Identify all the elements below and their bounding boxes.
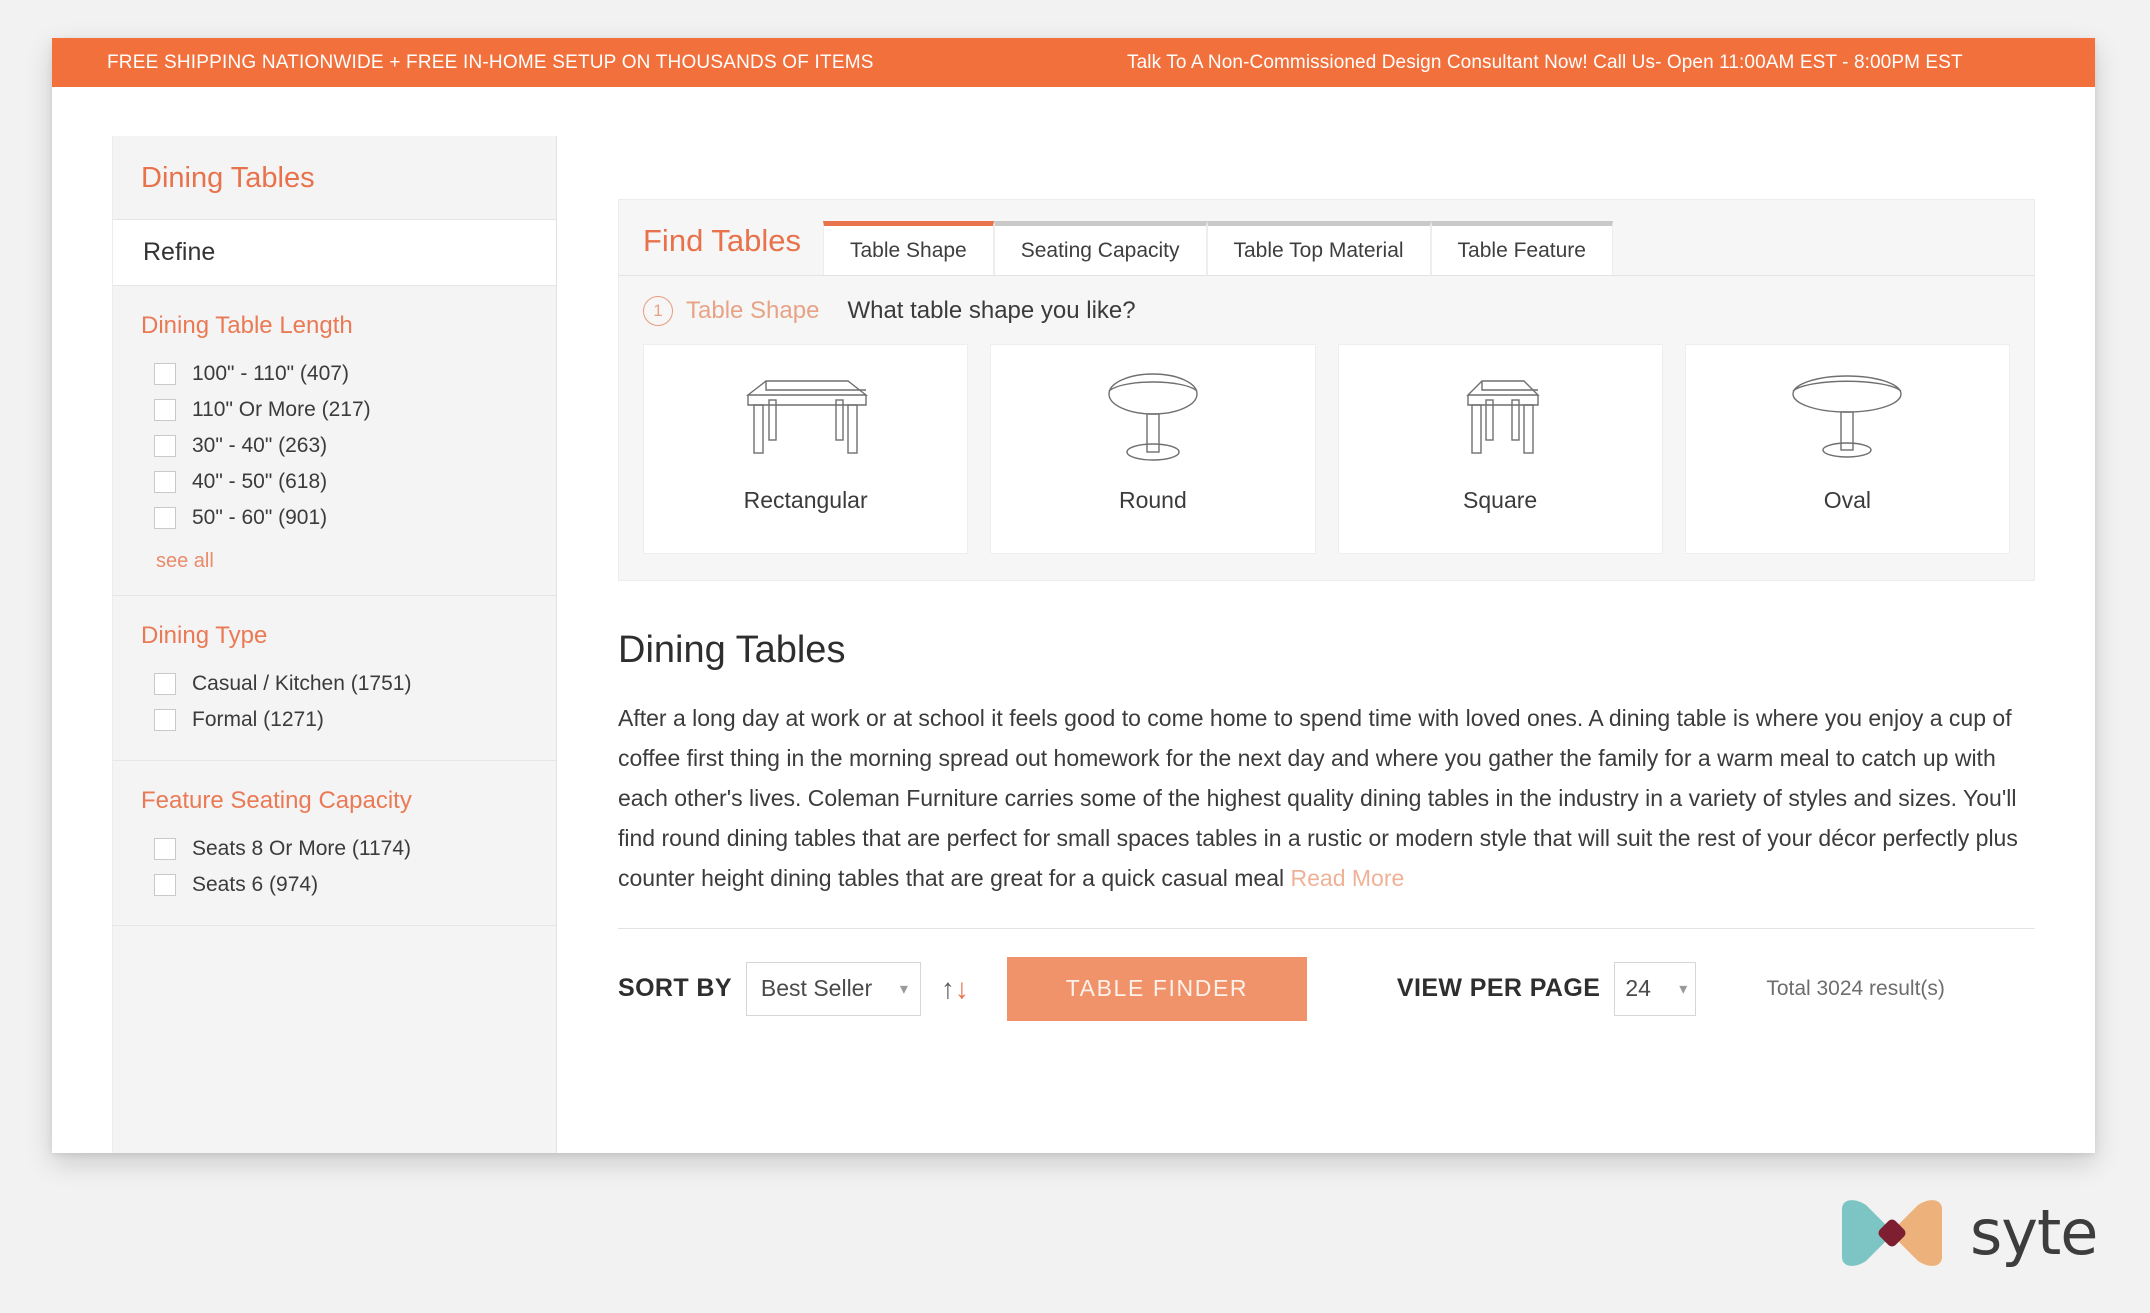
checkbox-icon[interactable] [154, 363, 176, 385]
facet-option[interactable]: 30" - 40" (263) [141, 428, 556, 464]
finder-question-row: 1 Table Shape What table shape you like? [619, 276, 2034, 344]
facet-option[interactable]: 110" Or More (217) [141, 392, 556, 428]
category-description-text: After a long day at work or at school it… [618, 705, 2018, 891]
facet-group-dining-table-length: Dining Table Length 100" - 110" (407) 11… [113, 286, 556, 596]
promo-banner: FREE SHIPPING NATIONWIDE + FREE IN-HOME … [52, 38, 2095, 87]
sort-by-select[interactable]: Best Seller ▾ [745, 961, 921, 1016]
rectangular-table-icon [726, 361, 886, 473]
chevron-down-icon: ▾ [899, 980, 908, 998]
shape-card-label: Square [1463, 487, 1538, 513]
promo-banner-right-text: Talk To A Non-Commissioned Design Consul… [1127, 51, 1963, 73]
shape-card-oval[interactable]: Oval [1684, 344, 2010, 554]
tab-table-shape[interactable]: Table Shape [822, 221, 994, 275]
filter-sidebar: Dining Tables Refine Dining Table Length… [112, 136, 557, 1153]
facet-option-label: 40" - 50" (618) [192, 470, 328, 493]
syte-logo-icon [1838, 1197, 1946, 1269]
page-card: FREE SHIPPING NATIONWIDE + FREE IN-HOME … [52, 38, 2095, 1153]
checkbox-icon[interactable] [154, 435, 176, 457]
finder-question-text: What table shape you like? [847, 297, 1136, 324]
page-title: Dining Tables [618, 629, 846, 671]
finder-header: Find Tables Table Shape Seating Capacity… [619, 200, 2034, 276]
main-content: Find Tables Table Shape Seating Capacity… [558, 136, 2095, 1153]
table-finder-button[interactable]: TABLE FINDER [1006, 956, 1307, 1021]
shape-card-round[interactable]: Round [990, 344, 1316, 554]
square-table-icon [1420, 361, 1580, 473]
facet-option-label: Formal (1271) [192, 708, 324, 731]
checkbox-icon[interactable] [154, 399, 176, 421]
facet-option[interactable]: Formal (1271) [141, 702, 556, 738]
shape-card-label: Round [1118, 487, 1187, 513]
facet-option[interactable]: Seats 6 (974) [141, 867, 556, 903]
syte-watermark: syte [1838, 1196, 2098, 1269]
facet-option[interactable]: Casual / Kitchen (1751) [141, 666, 556, 702]
facet-option[interactable]: 100" - 110" (407) [141, 356, 556, 392]
facet-group-title: Dining Type [141, 622, 268, 649]
sidebar-title: Dining Tables [141, 162, 315, 194]
checkbox-icon[interactable] [154, 838, 176, 860]
read-more-link[interactable]: Read More [1291, 865, 1405, 891]
total-results-label: Total 3024 result(s) [1766, 976, 1945, 1000]
facet-option[interactable]: 50" - 60" (901) [141, 500, 556, 536]
arrow-down-icon: ↓ [954, 972, 969, 1004]
oval-table-icon [1767, 361, 1927, 473]
facet-option[interactable]: Seats 8 Or More (1174) [141, 831, 556, 867]
refine-header[interactable]: Refine [113, 219, 556, 286]
shape-card-rectangular[interactable]: Rectangular [643, 344, 969, 554]
view-per-page-group: VIEW PER PAGE 24 ▾ [1396, 961, 1697, 1016]
round-table-icon [1073, 361, 1233, 473]
tab-table-top-material[interactable]: Table Top Material [1206, 221, 1431, 275]
shape-options-grid: Rectangular Round Square Oval [619, 344, 2034, 580]
promo-banner-left-text: FREE SHIPPING NATIONWIDE + FREE IN-HOME … [107, 51, 874, 73]
tab-seating-capacity[interactable]: Seating Capacity [993, 221, 1207, 275]
arrow-up-icon: ↑ [940, 972, 955, 1004]
page-body: Dining Tables Refine Dining Table Length… [52, 87, 2095, 1153]
view-per-page-select[interactable]: 24 ▾ [1614, 961, 1697, 1016]
chevron-down-icon: ▾ [1679, 980, 1688, 998]
sort-by-value: Best Seller [760, 975, 873, 1001]
facet-option-label: 50" - 60" (901) [192, 506, 328, 529]
facet-group-dining-type: Dining Type Casual / Kitchen (1751) Form… [113, 596, 556, 761]
finder-tabs: Table Shape Seating Capacity Table Top M… [822, 200, 1613, 275]
facet-group-feature-seating-capacity: Feature Seating Capacity Seats 8 Or More… [113, 761, 556, 926]
facet-option[interactable]: 40" - 50" (618) [141, 464, 556, 500]
step-number-badge: 1 [643, 296, 673, 326]
tab-table-feature[interactable]: Table Feature [1430, 221, 1613, 275]
facet-option-label: 30" - 40" (263) [192, 434, 328, 457]
facet-option-label: 110" Or More (217) [192, 398, 371, 421]
finder-title: Find Tables [643, 223, 801, 258]
table-finder-panel: Find Tables Table Shape Seating Capacity… [618, 199, 2035, 581]
category-description: After a long day at work or at school it… [618, 698, 2035, 898]
sort-toolbar: SORT BY Best Seller ▾ ↑ ↓ TABLE FINDER VI… [618, 928, 2035, 1022]
finder-step-key: Table Shape [686, 297, 820, 324]
view-per-page-label: VIEW PER PAGE [1396, 974, 1601, 1002]
checkbox-icon[interactable] [154, 673, 176, 695]
facet-option-label: Seats 6 (974) [192, 873, 319, 896]
sort-direction-toggle[interactable]: ↑ ↓ [940, 972, 969, 1004]
see-all-link[interactable]: see all [156, 550, 214, 573]
shape-card-label: Rectangular [743, 487, 868, 513]
sort-by-label: SORT BY [618, 974, 732, 1002]
checkbox-icon[interactable] [154, 709, 176, 731]
shape-card-square[interactable]: Square [1337, 344, 1663, 554]
checkbox-icon[interactable] [154, 507, 176, 529]
shape-card-label: Oval [1823, 487, 1872, 513]
checkbox-icon[interactable] [154, 874, 176, 896]
syte-logo-text: syte [1970, 1196, 2098, 1269]
checkbox-icon[interactable] [154, 471, 176, 493]
facet-group-title: Dining Table Length [141, 312, 353, 339]
facet-option-label: 100" - 110" (407) [192, 362, 349, 385]
facet-group-title: Feature Seating Capacity [141, 787, 412, 814]
facet-option-label: Casual / Kitchen (1751) [192, 672, 412, 695]
facet-option-label: Seats 8 Or More (1174) [192, 837, 412, 860]
view-per-page-value: 24 [1625, 975, 1651, 1001]
